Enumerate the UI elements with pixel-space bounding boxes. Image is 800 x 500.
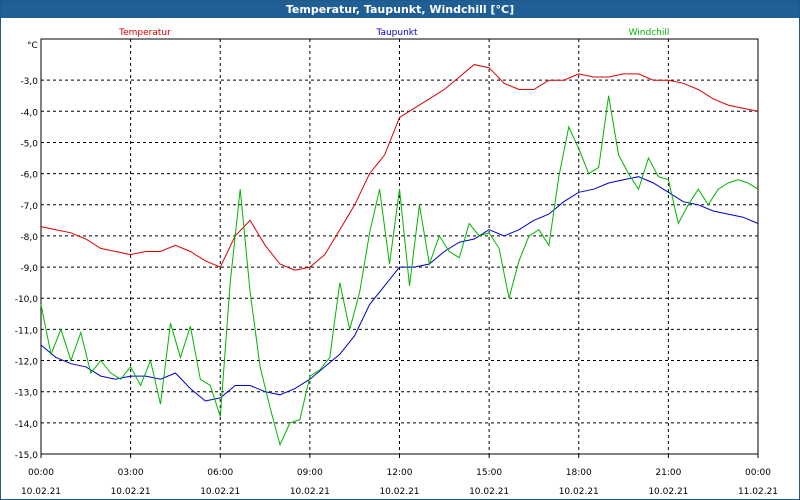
x-tick-time: 18:00 [566,468,592,478]
y-tick-label: -7,0 [20,202,38,212]
y-tick-label: -10,0 [15,295,39,305]
x-tick-date: 10.02.21 [469,487,509,497]
y-tick-label: -14,0 [15,420,39,430]
y-tick-label: -8,0 [20,233,38,243]
x-tick-time: 06:00 [207,468,233,478]
x-tick-time: 15:00 [476,468,502,478]
y-tick-label: -13,0 [15,389,39,399]
chart-canvas: -3,0 -4,0 -5,0 -6,0 -7,0 -8,0 -9,0 -10,0 -11,0 -1… [15,28,778,497]
y-tick-label: -12,0 [15,358,39,368]
legend-windchill: Windchill [629,28,670,38]
x-tick-time: 00:00 [28,468,54,478]
x-tick-date: 10.02.21 [200,487,240,497]
y-tick-label: -4,0 [20,108,38,118]
chart-window: Temperatur, Taupunkt, Windchill [°C] -3,… [0,0,800,500]
y-tick-label: -15,0 [15,451,39,461]
x-tick-date: 10.02.21 [379,487,419,497]
x-tick-date: 11.02.21 [738,487,778,497]
y-tick-label: -11,0 [15,326,39,336]
x-tick-date: 10.02.21 [290,487,330,497]
y-tick-label: -3,0 [20,77,38,87]
x-tick-date: 10.02.21 [648,487,688,497]
legend-dewpoint: Taupunkt [375,28,418,38]
x-tick-date: 10.02.21 [21,487,61,497]
x-tick-date: 10.02.21 [111,487,151,497]
y-tick-label: -5,0 [20,139,38,149]
x-tick-time: 09:00 [297,468,323,478]
x-tick-time: 12:00 [387,468,413,478]
x-tick-time: 03:00 [118,468,144,478]
x-tick-date: 10.02.21 [559,487,599,497]
y-axis-unit: °C [27,41,38,51]
legend-temperature: Temperatur [118,28,171,38]
x-tick-time: 00:00 [745,468,771,478]
x-tick-time: 21:00 [655,468,681,478]
y-tick-label: -6,0 [20,171,38,181]
y-tick-label: -9,0 [20,264,38,274]
